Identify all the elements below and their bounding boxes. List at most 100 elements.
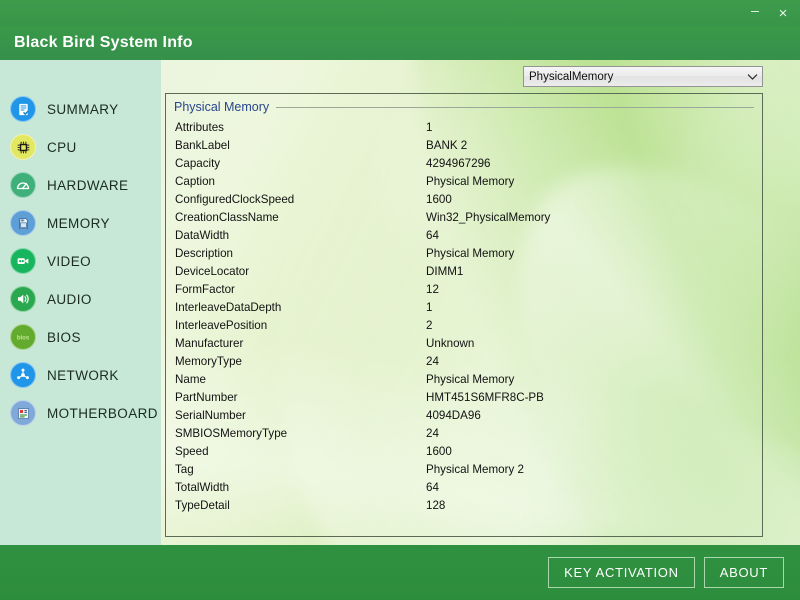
property-row: DescriptionPhysical Memory bbox=[166, 244, 762, 262]
property-value: 24 bbox=[426, 427, 439, 440]
property-list: Attributes1BankLabelBANK 2Capacity429496… bbox=[166, 118, 762, 514]
property-value: DIMM1 bbox=[426, 265, 463, 278]
property-key: DeviceLocator bbox=[166, 265, 426, 278]
property-row: SMBIOSMemoryType24 bbox=[166, 424, 762, 442]
title-bar: Black Bird System Info bbox=[0, 26, 800, 60]
property-row: MemoryType24 bbox=[166, 352, 762, 370]
sidebar-item-label: MOTHERBOARD bbox=[47, 406, 158, 421]
property-value: 4094DA96 bbox=[426, 409, 481, 422]
property-key: MemoryType bbox=[166, 355, 426, 368]
property-value: 1 bbox=[426, 121, 432, 134]
sidebar-item-network[interactable]: NETWORK bbox=[0, 356, 161, 394]
property-value: Unknown bbox=[426, 337, 474, 350]
key-activation-button[interactable]: KEY ACTIVATION bbox=[548, 557, 695, 588]
sidebar-item-label: MEMORY bbox=[47, 216, 110, 231]
sidebar-item-memory[interactable]: MEMORY bbox=[0, 204, 161, 242]
svg-text:bios: bios bbox=[17, 335, 30, 342]
property-key: SMBIOSMemoryType bbox=[166, 427, 426, 440]
sidebar-item-motherboard[interactable]: MOTHERBOARD bbox=[0, 394, 161, 432]
sidebar-item-audio[interactable]: AUDIO bbox=[0, 280, 161, 318]
property-value: Physical Memory 2 bbox=[426, 463, 524, 476]
chevron-down-icon bbox=[743, 73, 762, 81]
close-button[interactable]: × bbox=[770, 2, 796, 24]
minimize-button[interactable]: – bbox=[742, 2, 768, 24]
group-divider bbox=[276, 107, 754, 108]
property-key: TypeDetail bbox=[166, 499, 426, 512]
property-value: 128 bbox=[426, 499, 445, 512]
property-key: ConfiguredClockSpeed bbox=[166, 193, 426, 206]
sidebar-navigation: SUMMARY CPU HARDWARE MEMORY VIDEO bbox=[0, 60, 161, 545]
category-select[interactable]: PhysicalMemory bbox=[523, 66, 763, 87]
category-select-value: PhysicalMemory bbox=[524, 71, 743, 83]
property-value: 2 bbox=[426, 319, 432, 332]
property-key: Attributes bbox=[166, 121, 426, 134]
property-key: DataWidth bbox=[166, 229, 426, 242]
sidebar-item-label: BIOS bbox=[47, 330, 81, 345]
property-key: Manufacturer bbox=[166, 337, 426, 350]
property-row: ManufacturerUnknown bbox=[166, 334, 762, 352]
gauge-icon bbox=[10, 172, 36, 198]
property-key: SerialNumber bbox=[166, 409, 426, 422]
property-row: DeviceLocatorDIMM1 bbox=[166, 262, 762, 280]
sidebar-item-label: VIDEO bbox=[47, 254, 91, 269]
property-value: 12 bbox=[426, 283, 439, 296]
sidebar-item-video[interactable]: VIDEO bbox=[0, 242, 161, 280]
sidebar-item-hardware[interactable]: HARDWARE bbox=[0, 166, 161, 204]
property-value: 1600 bbox=[426, 445, 452, 458]
property-row: InterleaveDataDepth1 bbox=[166, 298, 762, 316]
memory-card-icon bbox=[10, 210, 36, 236]
property-row: Capacity4294967296 bbox=[166, 154, 762, 172]
property-value: 1 bbox=[426, 301, 432, 314]
property-row: Attributes1 bbox=[166, 118, 762, 136]
window-controls-bar: – × bbox=[0, 0, 800, 26]
footer-bar: KEY ACTIVATION ABOUT bbox=[0, 545, 800, 600]
window-buttons: – × bbox=[742, 0, 796, 26]
property-row: TagPhysical Memory 2 bbox=[166, 460, 762, 478]
property-row: InterleavePosition2 bbox=[166, 316, 762, 334]
property-value: Physical Memory bbox=[426, 175, 514, 188]
property-row: DataWidth64 bbox=[166, 226, 762, 244]
sidebar-item-label: SUMMARY bbox=[47, 102, 119, 117]
property-key: BankLabel bbox=[166, 139, 426, 152]
property-key: Name bbox=[166, 373, 426, 386]
property-value: 64 bbox=[426, 229, 439, 242]
application-window: – × Black Bird System Info SUMMARY CPU bbox=[0, 0, 800, 600]
property-row: ConfiguredClockSpeed1600 bbox=[166, 190, 762, 208]
sidebar-item-label: NETWORK bbox=[47, 368, 119, 383]
about-button[interactable]: ABOUT bbox=[704, 557, 784, 588]
property-row: BankLabelBANK 2 bbox=[166, 136, 762, 154]
property-key: Tag bbox=[166, 463, 426, 476]
property-row: CaptionPhysical Memory bbox=[166, 172, 762, 190]
property-key: CreationClassName bbox=[166, 211, 426, 224]
chip-icon bbox=[10, 134, 36, 160]
property-row: CreationClassNameWin32_PhysicalMemory bbox=[166, 208, 762, 226]
property-key: Speed bbox=[166, 445, 426, 458]
property-key: Description bbox=[166, 247, 426, 260]
property-row: PartNumberHMT451S6MFR8C-PB bbox=[166, 388, 762, 406]
network-icon bbox=[10, 362, 36, 388]
app-title: Black Bird System Info bbox=[14, 34, 193, 52]
property-value: 64 bbox=[426, 481, 439, 494]
property-key: Capacity bbox=[166, 157, 426, 170]
property-row: Speed1600 bbox=[166, 442, 762, 460]
sidebar-item-summary[interactable]: SUMMARY bbox=[0, 90, 161, 128]
property-row: NamePhysical Memory bbox=[166, 370, 762, 388]
sidebar-item-cpu[interactable]: CPU bbox=[0, 128, 161, 166]
speaker-icon bbox=[10, 286, 36, 312]
details-panel: Physical Memory Attributes1BankLabelBANK… bbox=[165, 93, 763, 537]
property-value: BANK 2 bbox=[426, 139, 467, 152]
sidebar-item-bios[interactable]: bios BIOS bbox=[0, 318, 161, 356]
group-header: Physical Memory bbox=[174, 99, 754, 115]
video-cam-icon bbox=[10, 248, 36, 274]
property-value: HMT451S6MFR8C-PB bbox=[426, 391, 544, 404]
sidebar-item-label: HARDWARE bbox=[47, 178, 128, 193]
property-value: 4294967296 bbox=[426, 157, 490, 170]
property-key: FormFactor bbox=[166, 283, 426, 296]
property-value: Physical Memory bbox=[426, 373, 514, 386]
property-key: PartNumber bbox=[166, 391, 426, 404]
property-value: Physical Memory bbox=[426, 247, 514, 260]
property-value: 1600 bbox=[426, 193, 452, 206]
group-title: Physical Memory bbox=[174, 100, 276, 114]
property-key: InterleavePosition bbox=[166, 319, 426, 332]
property-key: TotalWidth bbox=[166, 481, 426, 494]
